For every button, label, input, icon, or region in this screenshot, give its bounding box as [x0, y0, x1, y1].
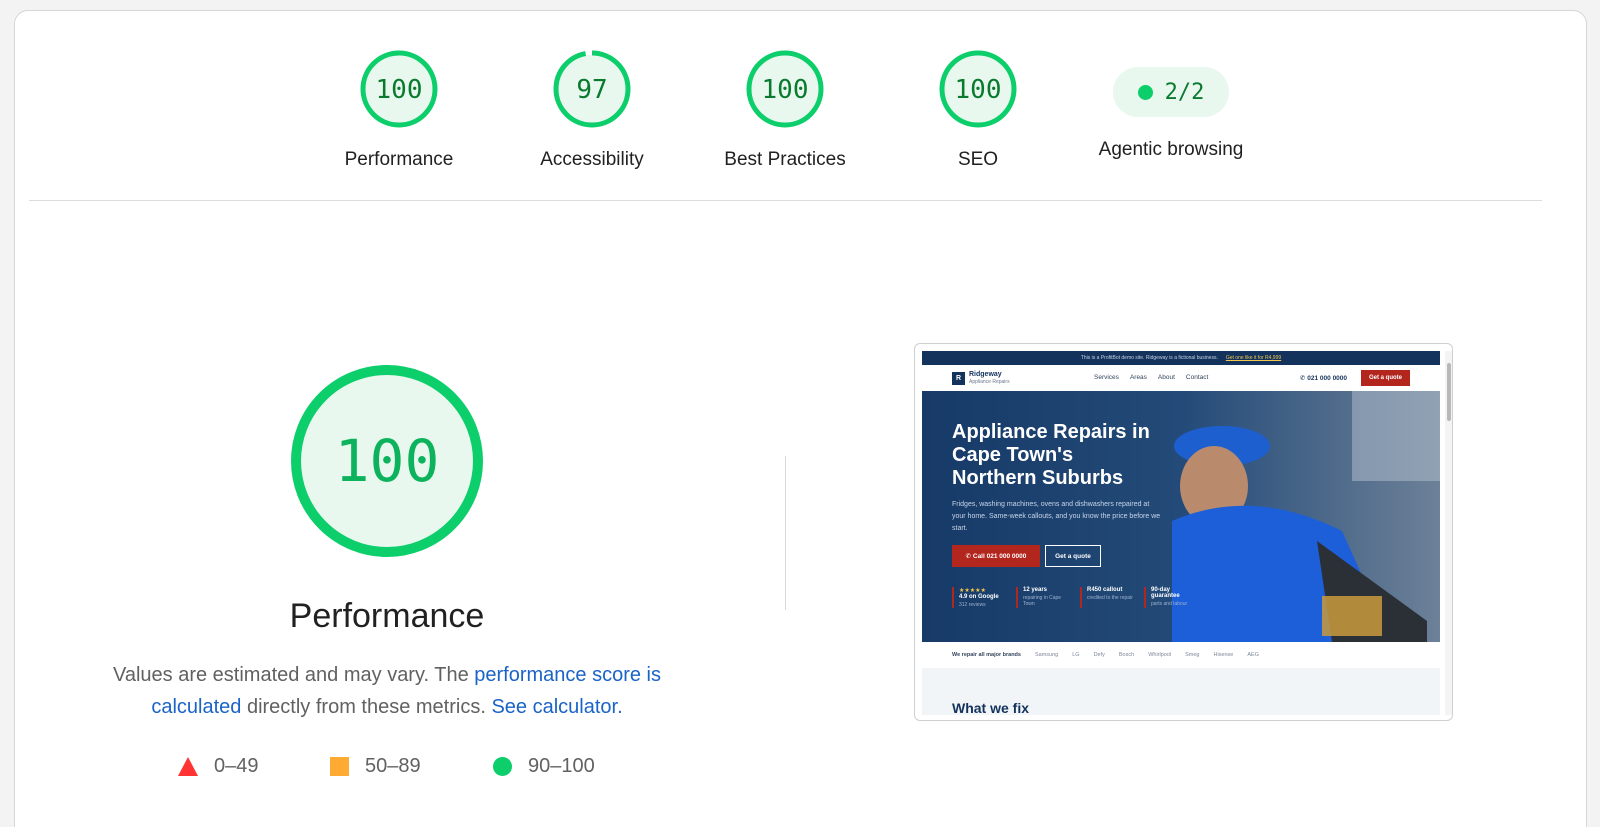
preview-call-button-label: Call 021 000 0000 [972, 552, 1027, 560]
preview-scrollbar[interactable] [1445, 351, 1452, 715]
gauge-performance[interactable]: 100 Performance [309, 49, 489, 199]
preview-brands-intro: We repair all major brands [952, 652, 1021, 658]
preview-nav-services: Services [1094, 374, 1119, 381]
see-calculator-link[interactable]: See calculator. [491, 696, 622, 718]
preview-stat: R450 callout credited to the repair [1080, 587, 1136, 608]
preview-stat: 12 years repairing in Cape Town [1016, 587, 1072, 608]
preview-stat: 90-day guarantee parts and labour [1144, 587, 1200, 608]
preview-nav-links: Services Areas About Contact [1094, 374, 1208, 381]
preview-brand: Whirlpool [1148, 652, 1172, 658]
preview-stat-top: 12 years [1023, 587, 1048, 593]
preview-brand: Smeg [1185, 652, 1200, 658]
preview-nav-cta: Get a quote [1361, 370, 1410, 386]
gauge-best-practices-score: 100 [762, 75, 809, 105]
preview-nav-areas: Areas [1129, 374, 1147, 381]
preview-brand: Samsung [1034, 652, 1059, 658]
gauge-seo-score: 100 [955, 75, 1002, 105]
performance-title: Performance [289, 597, 485, 635]
performance-main-gauge: 100 [289, 363, 485, 564]
agentic-pill: 2/2 [1113, 67, 1229, 117]
legend-pass-range: 90–100 [528, 755, 595, 777]
preview-stat-top: R450 callout [1087, 587, 1123, 593]
fail-triangle-icon [178, 757, 198, 776]
preview-logo-icon: R [952, 372, 965, 385]
preview-call-button: ✆ Call 021 000 0000 [952, 545, 1040, 567]
preview-brand: Hisense [1213, 652, 1234, 658]
pass-circle-icon [493, 757, 512, 776]
agentic-value: 2/2 [1164, 79, 1205, 105]
preview-brand: Bosch [1118, 652, 1135, 658]
legend-fail-range: 0–49 [214, 755, 259, 777]
gauge-seo[interactable]: 100 SEO [888, 49, 1068, 199]
legend-average-range: 50–89 [365, 755, 421, 777]
gauge-seo-label: SEO [957, 149, 999, 170]
header-divider [29, 200, 1542, 201]
gauge-performance-score: 100 [376, 75, 423, 105]
preview-stat-top: 4.9 on Google [959, 594, 999, 600]
gauge-best-practices[interactable]: 100 Best Practices [695, 49, 875, 199]
preview-stat: ★★★★★ 4.9 on Google 312 reviews [952, 587, 1008, 608]
preview-nav-about: About [1157, 374, 1175, 381]
preview-topbar-text: This is a ProfitBot demo site. Ridgeway … [1080, 355, 1218, 361]
preview-topbar: This is a ProfitBot demo site. Ridgeway … [922, 351, 1440, 365]
legend-fail: 0–49 [178, 755, 259, 778]
preview-logo-sub: Appliance Repairs [969, 379, 1010, 385]
preview-what-we-fix: What we fix [922, 668, 1440, 715]
gauge-seo-ring: 100 [939, 50, 1017, 128]
gauge-accessibility-score: 97 [576, 75, 607, 105]
preview-brand: AEG [1247, 652, 1259, 658]
preview-nav-phone-number: 021 000 0000 [1307, 375, 1348, 382]
gauge-performance-ring: 100 [360, 50, 438, 128]
final-screenshot[interactable]: This is a ProfitBot demo site. Ridgeway … [914, 343, 1453, 721]
average-square-icon [330, 757, 349, 776]
report-card: 100 Performance 97 Accessibility 100 Bes… [14, 10, 1587, 827]
star-rating-icon: ★★★★★ [959, 588, 986, 594]
preview-stat-sub: parts and labour [1151, 601, 1188, 607]
preview-nav-phone: ✆ 021 000 0000 [1300, 375, 1348, 382]
preview-quote-button: Get a quote [1045, 545, 1101, 567]
desc-prefix: Values are estimated and may vary. The [112, 664, 475, 686]
gauge-accessibility-ring: 97 [553, 50, 631, 128]
preview-section-heading: What we fix [952, 700, 1030, 715]
preview-brand: Defy [1093, 652, 1105, 658]
score-legend: 0–49 50–89 90–100 [15, 755, 1586, 785]
preview-brands: We repair all major brands Samsung LG De… [922, 642, 1440, 668]
gauge-accessibility-label: Accessibility [540, 149, 644, 170]
performance-main-ring: 100 [291, 365, 483, 557]
legend-pass: 90–100 [493, 755, 595, 778]
preview-stat-sub: 312 reviews [959, 602, 986, 608]
preview-topbar-link: Get one like it for R4,999 [1225, 355, 1282, 361]
preview-logo-name: Ridgeway [969, 371, 1002, 378]
preview-hero-title: Appliance Repairs in Cape Town's Norther… [952, 421, 1150, 489]
agentic-label: Agentic browsing [1098, 139, 1244, 160]
preview-stat-top: 90-day guarantee [1151, 587, 1180, 599]
preview-stat-sub: credited to the repair [1087, 595, 1133, 601]
gauge-best-practices-label: Best Practices [724, 149, 846, 170]
preview-stats: ★★★★★ 4.9 on Google 312 reviews 12 years… [952, 587, 1200, 608]
gauge-best-practices-ring: 100 [746, 50, 824, 128]
gauge-performance-label: Performance [344, 149, 454, 170]
preview-navbar: R Ridgeway Appliance Repairs Services Ar… [922, 365, 1440, 391]
preview-hero: Appliance Repairs in Cape Town's Norther… [922, 391, 1440, 642]
legend-average: 50–89 [330, 755, 421, 778]
vertical-divider [785, 456, 786, 610]
performance-description: Values are estimated and may vary. The p… [97, 659, 677, 723]
performance-main-score: 100 [335, 427, 440, 495]
preview-scrollbar-thumb[interactable] [1447, 363, 1451, 421]
pass-dot-icon [1137, 84, 1153, 100]
gauge-accessibility[interactable]: 97 Accessibility [502, 49, 682, 199]
preview-nav-contact: Contact [1185, 374, 1209, 381]
gauge-agentic-browsing[interactable]: 2/2 Agentic browsing [1081, 53, 1261, 203]
preview-hero-text: Fridges, washing machines, ovens and dis… [952, 501, 1161, 532]
preview-stat-sub: repairing in Cape Town [1023, 595, 1062, 607]
preview-brand: LG [1072, 652, 1080, 658]
desc-middle: directly from these metrics. [241, 696, 492, 718]
screenshot-page: This is a ProfitBot demo site. Ridgeway … [922, 351, 1440, 715]
score-gauges: 100 Performance 97 Accessibility 100 Bes… [15, 11, 1586, 201]
